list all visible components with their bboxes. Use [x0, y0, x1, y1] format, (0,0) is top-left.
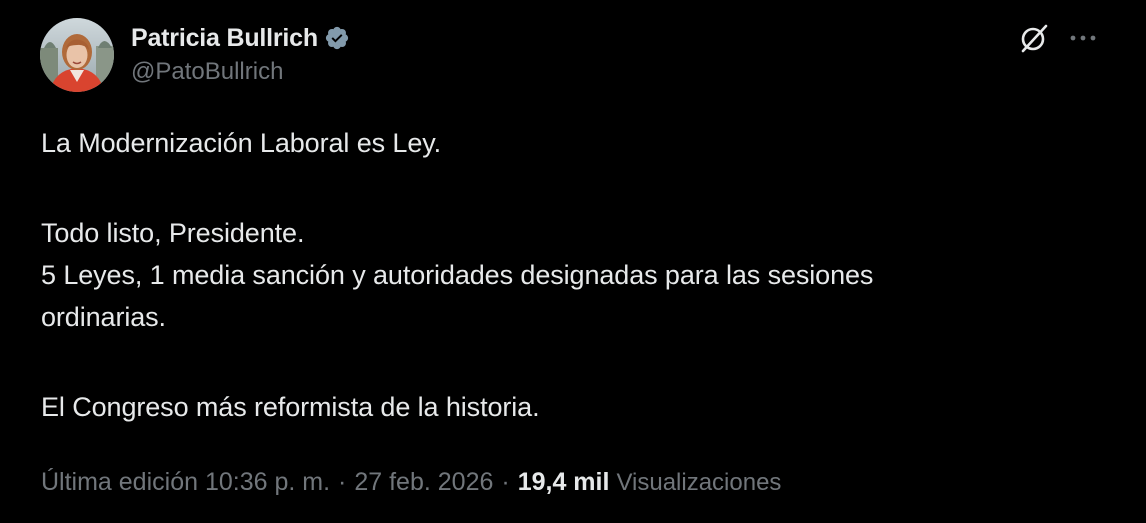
grok-icon: [1021, 24, 1048, 53]
tweet-line: 5 Leyes, 1 media sanción y autoridades d…: [41, 260, 874, 290]
more-icon: [1070, 35, 1096, 41]
tweet-card: Patricia Bullrich @PatoBullrich La Moder…: [0, 0, 1146, 523]
views-count[interactable]: 19,4 mil: [518, 468, 610, 497]
grok-button[interactable]: [1016, 20, 1052, 56]
author-display-name[interactable]: Patricia Bullrich: [131, 24, 318, 53]
tweet-line: Todo listo, Presidente.: [41, 218, 305, 248]
avatar[interactable]: [40, 18, 114, 92]
tweet-meta: Última edición 10:36 p. m. · 27 feb. 202…: [41, 468, 781, 497]
edited-time-link[interactable]: Última edición 10:36 p. m.: [41, 468, 330, 497]
views-label: Visualizaciones: [616, 469, 782, 496]
tweet-text: La Modernización Laboral es Ley. Todo li…: [41, 122, 1101, 428]
avatar-image: [40, 18, 114, 92]
tweet-date[interactable]: 27 feb. 2026: [354, 468, 493, 497]
meta-separator: ·: [338, 468, 347, 496]
tweet-line: El Congreso más reformista de la histori…: [41, 392, 540, 422]
tweet-line: ordinarias.: [41, 302, 166, 332]
verified-badge-icon[interactable]: [324, 25, 350, 51]
author-name-row: Patricia Bullrich: [131, 20, 350, 56]
meta-separator: ·: [501, 468, 510, 496]
more-options-button[interactable]: [1066, 24, 1100, 52]
author-handle[interactable]: @PatoBullrich: [131, 58, 283, 86]
tweet-line: La Modernización Laboral es Ley.: [41, 128, 442, 158]
